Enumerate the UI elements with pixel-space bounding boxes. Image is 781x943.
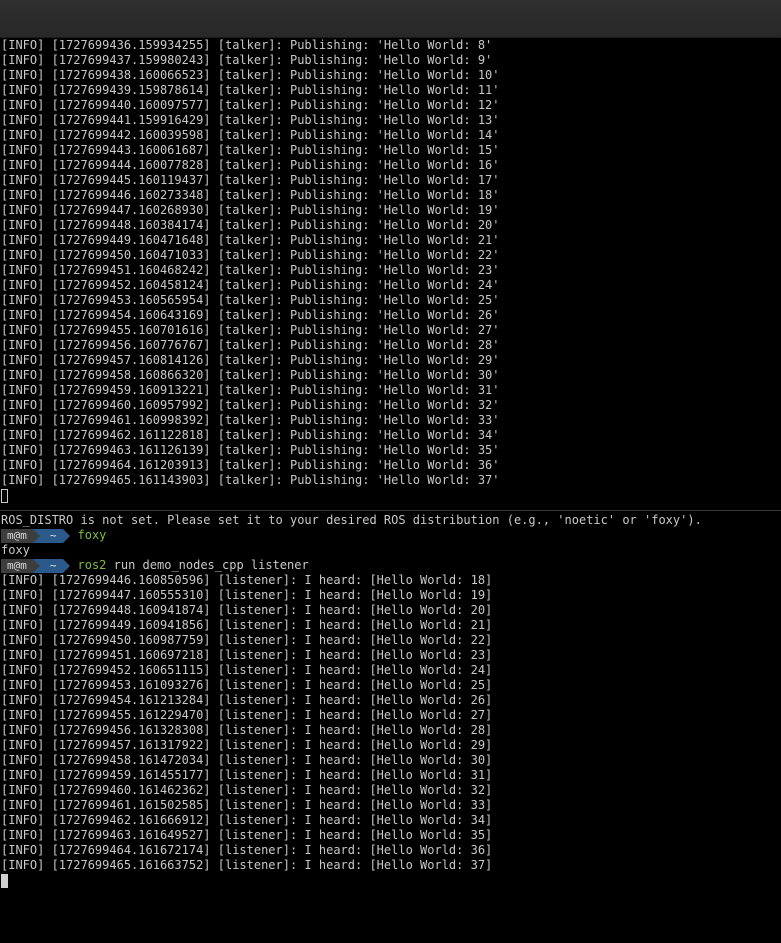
shell-prompt: m@m ~ foxy <box>1 528 781 543</box>
pane-divider[interactable] <box>0 510 781 511</box>
prompt-separator-icon <box>32 558 40 573</box>
log-line: [INFO] [1727699451.160468242] [talker]: … <box>1 263 500 277</box>
log-line: [INFO] [1727699456.160776767] [talker]: … <box>1 338 500 352</box>
log-line: [INFO] [1727699452.160651115] [listener]… <box>1 663 493 677</box>
log-line: [INFO] [1727699460.161462362] [listener]… <box>1 783 493 797</box>
warning-line: ROS_DISTRO is not set. Please set it to … <box>1 513 702 527</box>
command-args: run demo_nodes_cpp listener <box>106 558 309 572</box>
log-line: [INFO] [1727699454.161213284] [listener]… <box>1 693 493 707</box>
log-line: [INFO] [1727699465.161143903] [talker]: … <box>1 473 500 487</box>
log-line: [INFO] [1727699461.160998392] [talker]: … <box>1 413 500 427</box>
log-line: [INFO] [1727699447.160555310] [listener]… <box>1 588 493 602</box>
log-line: [INFO] [1727699458.160866320] [talker]: … <box>1 368 500 382</box>
prompt-user: m@m <box>1 558 33 573</box>
log-line: [INFO] [1727699447.160268930] [talker]: … <box>1 203 500 217</box>
log-line: [INFO] [1727699450.160987759] [listener]… <box>1 633 493 647</box>
log-line: [INFO] [1727699448.160384174] [talker]: … <box>1 218 500 232</box>
log-line: [INFO] [1727699459.161455177] [listener]… <box>1 768 493 782</box>
log-line: [INFO] [1727699442.160039598] [talker]: … <box>1 128 500 142</box>
log-line: [INFO] [1727699436.159934255] [talker]: … <box>1 38 493 52</box>
cursor-line <box>1 488 781 503</box>
log-line: [INFO] [1727699464.161203913] [talker]: … <box>1 458 500 472</box>
prompt-user: m@m <box>1 528 33 543</box>
prompt-directory: ~ <box>39 558 63 573</box>
log-line: [INFO] [1727699455.160701616] [talker]: … <box>1 323 500 337</box>
terminal-pane-listener[interactable]: ROS_DISTRO is not set. Please set it to … <box>0 513 781 943</box>
log-line: [INFO] [1727699450.160471033] [talker]: … <box>1 248 500 262</box>
shell-prompt: m@m ~ ros2 run demo_nodes_cpp listener <box>1 558 781 573</box>
log-line: [INFO] [1727699441.159916429] [talker]: … <box>1 113 500 127</box>
text-cursor <box>1 489 8 503</box>
talker-output: [INFO] [1727699436.159934255] [talker]: … <box>0 38 781 503</box>
listener-output: ROS_DISTRO is not set. Please set it to … <box>0 513 781 888</box>
log-line: [INFO] [1727699463.161649527] [listener]… <box>1 828 493 842</box>
cursor-line <box>1 873 781 888</box>
log-line: [INFO] [1727699443.160061687] [talker]: … <box>1 143 500 157</box>
log-line: [INFO] [1727699437.159980243] [talker]: … <box>1 53 493 67</box>
log-line: [INFO] [1727699455.161229470] [listener]… <box>1 708 493 722</box>
log-line: [INFO] [1727699439.159878614] [talker]: … <box>1 83 500 97</box>
log-line: [INFO] [1727699457.161317922] [listener]… <box>1 738 493 752</box>
log-line: [INFO] [1727699446.160850596] [listener]… <box>1 573 493 587</box>
log-line: [INFO] [1727699465.161663752] [listener]… <box>1 858 493 872</box>
log-line: [INFO] [1727699464.161672174] [listener]… <box>1 843 493 857</box>
log-line: [INFO] [1727699449.160941856] [listener]… <box>1 618 493 632</box>
log-line: [INFO] [1727699460.160957992] [talker]: … <box>1 398 500 412</box>
terminal-title-bar[interactable] <box>0 0 781 38</box>
log-line: [INFO] [1727699448.160941874] [listener]… <box>1 603 493 617</box>
log-line: [INFO] [1727699446.160273348] [talker]: … <box>1 188 500 202</box>
log-line: [INFO] [1727699463.161126139] [talker]: … <box>1 443 500 457</box>
log-line: [INFO] [1727699462.161122818] [talker]: … <box>1 428 500 442</box>
log-line: [INFO] [1727699458.161472034] [listener]… <box>1 753 493 767</box>
command-output: foxy <box>1 543 30 557</box>
log-line: [INFO] [1727699452.160458124] [talker]: … <box>1 278 500 292</box>
log-line: [INFO] [1727699457.160814126] [talker]: … <box>1 353 500 367</box>
command-name: ros2 <box>77 558 107 572</box>
log-line: [INFO] [1727699459.160913221] [talker]: … <box>1 383 500 397</box>
command-name: foxy <box>77 528 107 542</box>
log-line: [INFO] [1727699438.160066523] [talker]: … <box>1 68 500 82</box>
log-line: [INFO] [1727699461.161502585] [listener]… <box>1 798 493 812</box>
log-line: [INFO] [1727699449.160471648] [talker]: … <box>1 233 500 247</box>
log-line: [INFO] [1727699444.160077828] [talker]: … <box>1 158 500 172</box>
log-line: [INFO] [1727699456.161328308] [listener]… <box>1 723 493 737</box>
prompt-separator-icon <box>62 558 70 573</box>
log-line: [INFO] [1727699453.161093276] [listener]… <box>1 678 493 692</box>
log-line: [INFO] [1727699462.161666912] [listener]… <box>1 813 493 827</box>
log-line: [INFO] [1727699453.160565954] [talker]: … <box>1 293 500 307</box>
text-cursor <box>1 874 8 888</box>
prompt-separator-icon <box>62 528 70 543</box>
log-line: [INFO] [1727699454.160643169] [talker]: … <box>1 308 500 322</box>
log-line: [INFO] [1727699445.160119437] [talker]: … <box>1 173 500 187</box>
prompt-directory: ~ <box>39 528 63 543</box>
prompt-separator-icon <box>32 528 40 543</box>
log-line: [INFO] [1727699451.160697218] [listener]… <box>1 648 493 662</box>
log-line: [INFO] [1727699440.160097577] [talker]: … <box>1 98 500 112</box>
terminal-pane-talker[interactable]: [INFO] [1727699436.159934255] [talker]: … <box>0 38 781 510</box>
